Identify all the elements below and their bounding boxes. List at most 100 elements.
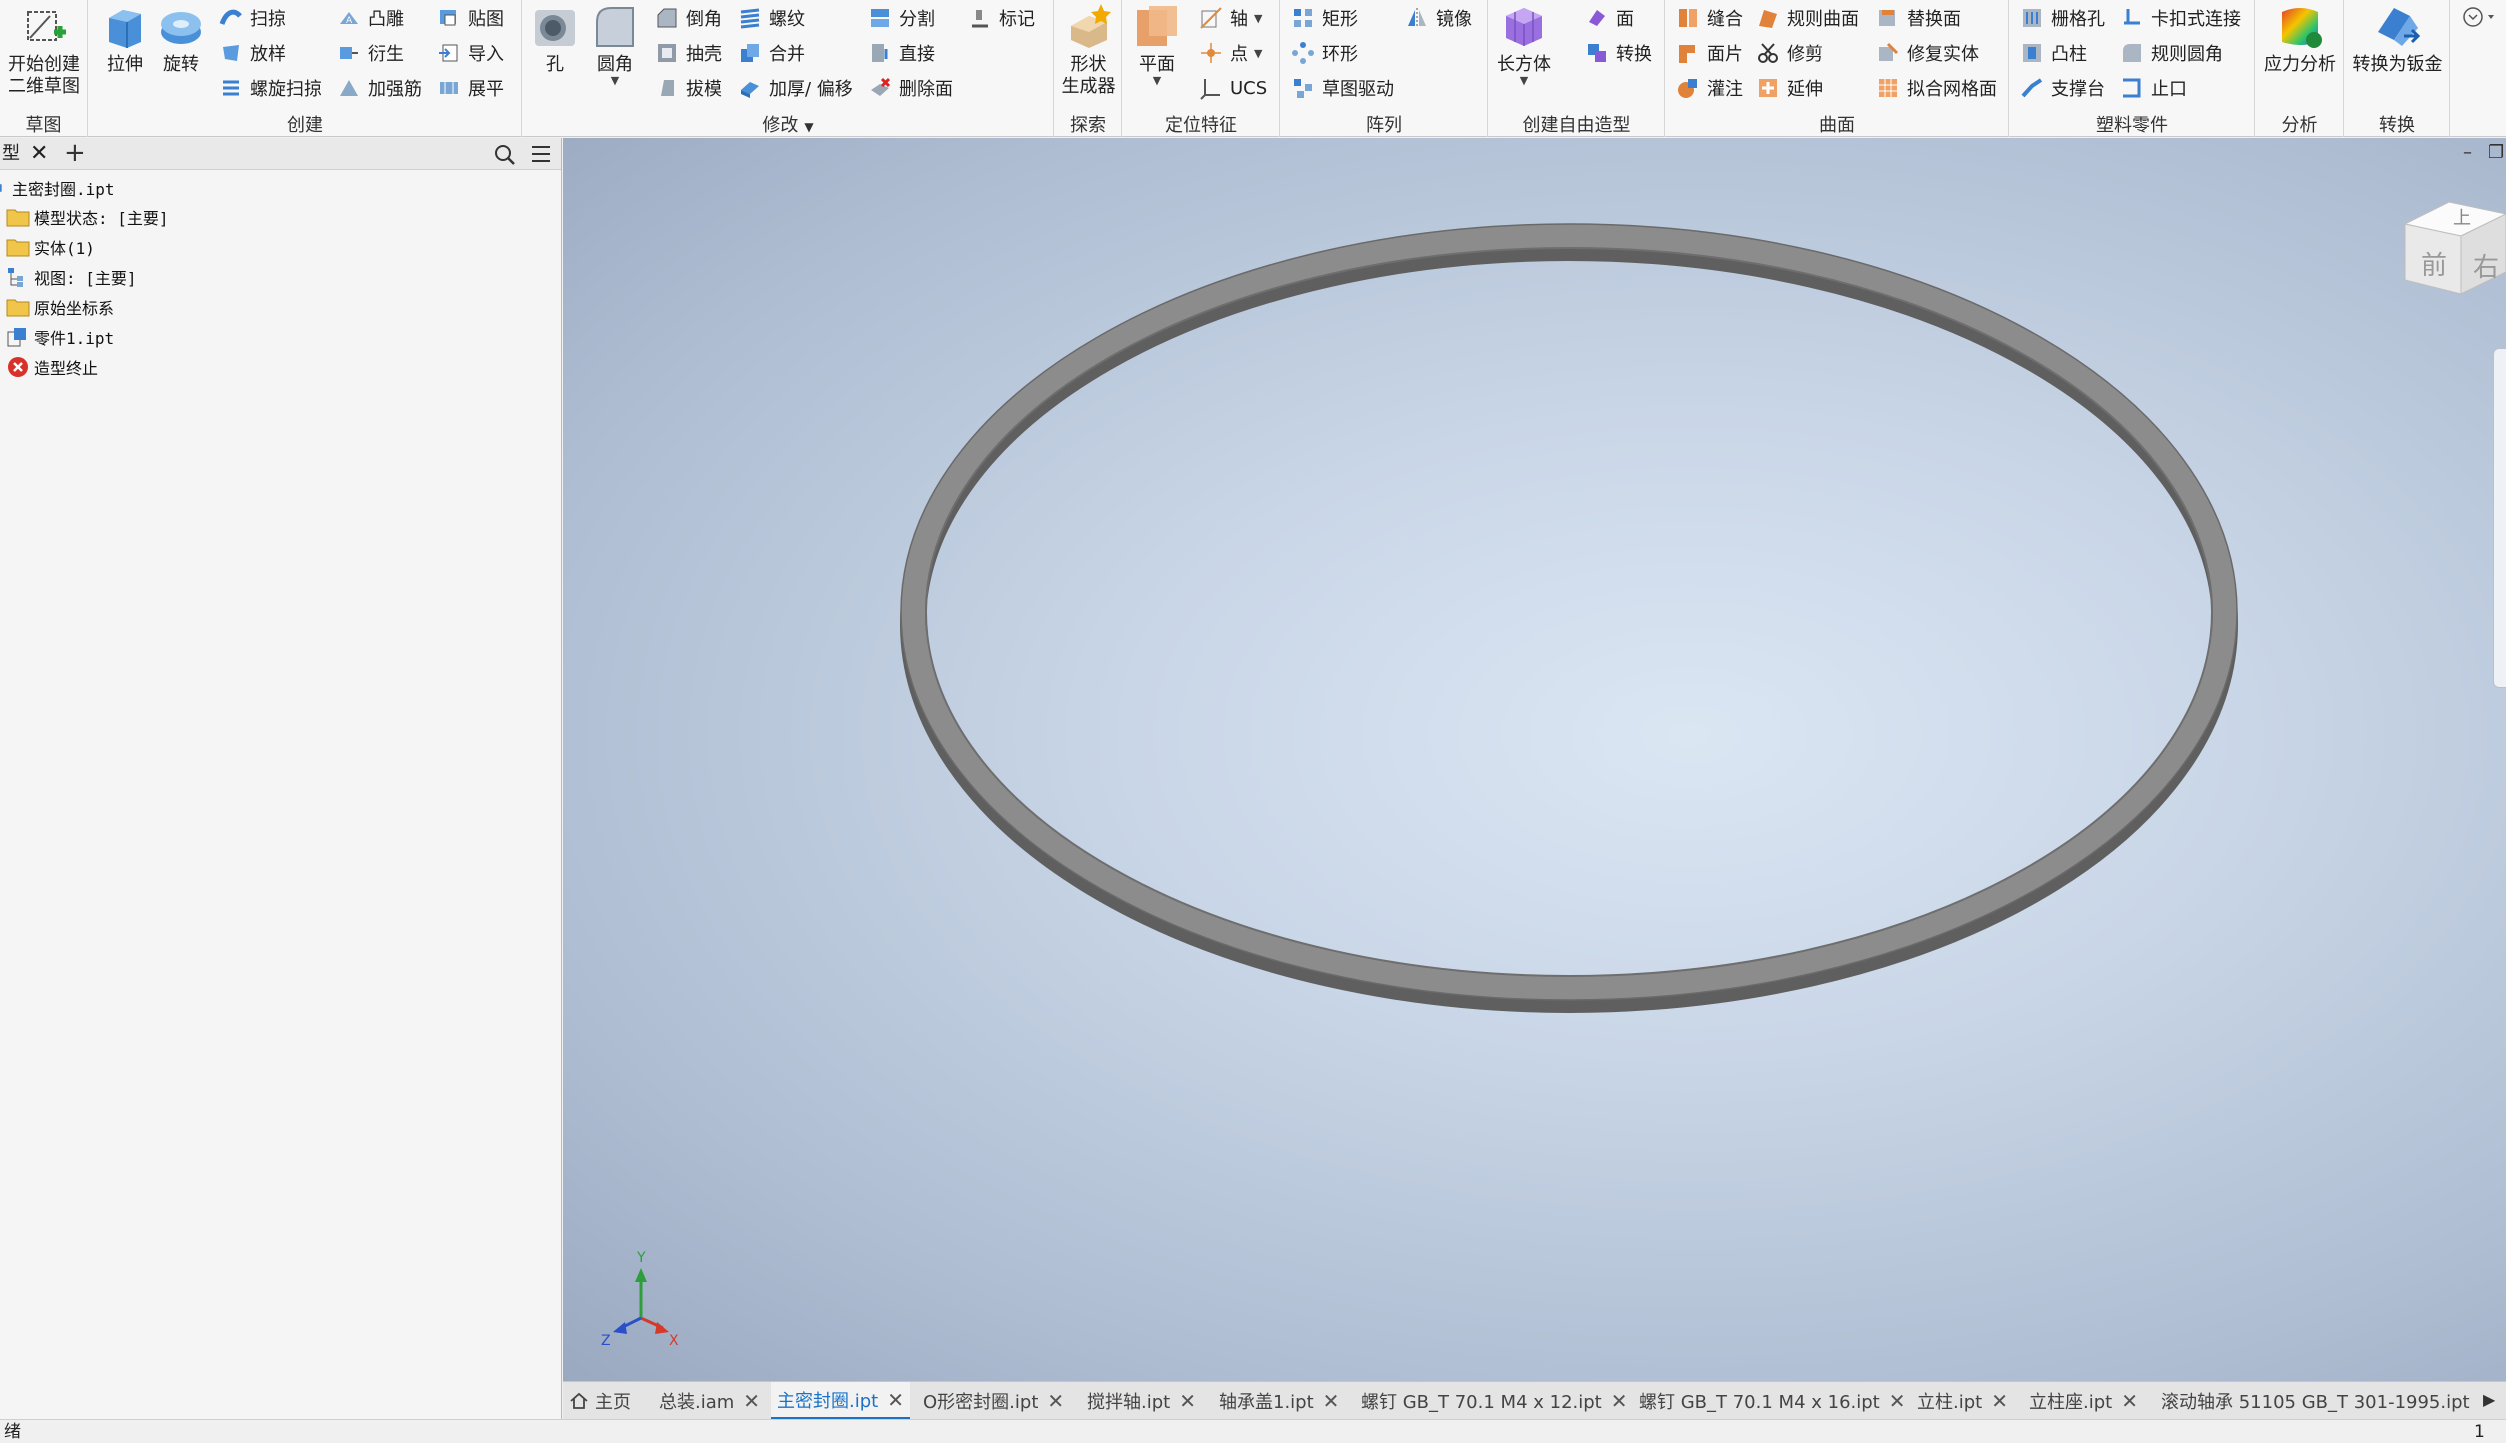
tree-item-derived-part[interactable]: 零件1.ipt: [6, 323, 114, 351]
doc-tab[interactable]: 立柱座.ipt ✕: [2029, 1382, 2138, 1420]
freeform-convert-button[interactable]: 转换: [1585, 38, 1652, 68]
lip-button[interactable]: 止口: [2120, 73, 2187, 103]
lip-label: 止口: [2151, 79, 2187, 100]
freeform-face-button[interactable]: 面: [1585, 3, 1634, 33]
browser-tab-model[interactable]: 型: [0, 138, 20, 170]
combine-button[interactable]: 合并: [738, 38, 805, 68]
split-button[interactable]: 分割: [868, 3, 935, 33]
thicken-offset-button[interactable]: 加厚/ 偏移: [738, 73, 853, 103]
start-2d-sketch-button[interactable]: 开始创建 二维草图: [0, 2, 88, 98]
fillet-button[interactable]: 圆角 ▼: [587, 2, 643, 86]
viewcube[interactable]: 上 前 右: [2401, 194, 2506, 314]
stress-analysis-button[interactable]: 应力分析: [2256, 2, 2344, 76]
rectangular-pattern-button[interactable]: 矩形: [1291, 3, 1358, 33]
derive-button[interactable]: 衍生: [337, 38, 404, 68]
doc-tab-home[interactable]: 主页: [569, 1382, 631, 1420]
thread-button[interactable]: 螺纹: [738, 3, 805, 33]
trim-button[interactable]: 修剪: [1756, 38, 1823, 68]
doc-tab[interactable]: 滚动轴承 51105 GB_T 301-1995.ipt: [2161, 1382, 2470, 1420]
doc-tab[interactable]: 搅拌轴.ipt ✕: [1087, 1382, 1196, 1420]
point-dropdown-icon[interactable]: ▼: [1254, 47, 1262, 60]
tabs-scroll-right-icon[interactable]: ▶: [2483, 1390, 2495, 1409]
coil-button[interactable]: 螺旋扫掠: [219, 73, 322, 103]
stitch-button[interactable]: 缝合: [1676, 3, 1743, 33]
close-tab-icon[interactable]: ✕: [1991, 1389, 2008, 1413]
fillet-dropdown-icon[interactable]: ▼: [611, 75, 619, 86]
plane-button[interactable]: 平面 ▼: [1127, 2, 1187, 86]
import-button[interactable]: 导入: [437, 38, 504, 68]
add-browser-icon[interactable]: +: [64, 139, 86, 167]
replace-face-button[interactable]: 替换面: [1876, 3, 1961, 33]
rule-fillet-button[interactable]: 规则圆角: [2120, 38, 2223, 68]
panel-label-create: 创建: [287, 115, 323, 136]
rib-button[interactable]: 加强筋: [337, 73, 422, 103]
doc-tab[interactable]: O形密封圈.ipt ✕: [923, 1382, 1064, 1420]
boss-button[interactable]: 凸柱: [2020, 38, 2087, 68]
doc-tab[interactable]: 总装.iam ✕: [659, 1382, 760, 1420]
sweep-button[interactable]: 扫掠: [219, 3, 286, 33]
box-dropdown-icon[interactable]: ▼: [1520, 75, 1528, 86]
unwrap-button[interactable]: 展平: [437, 73, 504, 103]
close-tab-icon[interactable]: ✕: [1889, 1389, 1906, 1413]
axis-dropdown-icon[interactable]: ▼: [1254, 12, 1262, 25]
extend-button[interactable]: 延伸: [1756, 73, 1823, 103]
close-tab-icon[interactable]: ✕: [2121, 1389, 2138, 1413]
grill-button[interactable]: 栅格孔: [2020, 3, 2105, 33]
snap-fit-button[interactable]: 卡扣式连接: [2120, 3, 2241, 33]
close-tab-icon[interactable]: ✕: [1323, 1389, 1340, 1413]
point-button[interactable]: 点 ▼: [1199, 38, 1262, 68]
tree-item-solid-bodies[interactable]: 实体(1): [6, 233, 95, 261]
ribbon-options-icon[interactable]: [2462, 6, 2496, 28]
close-tab-icon[interactable]: ✕: [887, 1388, 904, 1412]
mirror-button[interactable]: 镜像: [1405, 3, 1472, 33]
emboss-button[interactable]: A 凸雕: [337, 3, 404, 33]
sketch-driven-pattern-button[interactable]: 草图驱动: [1291, 73, 1394, 103]
ucs-button[interactable]: UCS: [1199, 73, 1267, 103]
tree-item-origin[interactable]: 原始坐标系: [6, 293, 114, 321]
decal-button[interactable]: 贴图: [437, 3, 504, 33]
graphics-viewport[interactable]: – ❐ 上 前 右 Y X Z: [563, 138, 2506, 1381]
circular-pattern-button[interactable]: 环形: [1291, 38, 1358, 68]
seal-ring-model[interactable]: [563, 138, 2506, 1381]
delete-face-button[interactable]: 删除面: [868, 73, 953, 103]
convert-to-sheet-metal-button[interactable]: 转换为钣金: [2345, 2, 2450, 76]
shape-generator-button[interactable]: 形状 生成器: [1057, 2, 1120, 98]
ruled-surface-button[interactable]: 规则曲面: [1756, 3, 1859, 33]
close-tab-icon[interactable]: ✕: [1047, 1389, 1064, 1413]
doc-tab[interactable]: 螺钉 GB_T 70.1 M4 x 12.ipt ✕: [1361, 1382, 1628, 1420]
repair-bodies-button[interactable]: 修复实体: [1876, 38, 1979, 68]
axis-button[interactable]: 轴 ▼: [1199, 3, 1262, 33]
navigation-bar[interactable]: [2493, 348, 2506, 688]
sculpt-button[interactable]: 灌注: [1676, 73, 1743, 103]
shape-generator-line2: 生成器: [1061, 76, 1116, 97]
loft-button[interactable]: 放样: [219, 38, 286, 68]
rest-button[interactable]: 支撑台: [2020, 73, 2105, 103]
tree-item-end-of-part[interactable]: 造型终止: [6, 353, 98, 381]
hole-button[interactable]: 孔: [527, 2, 583, 76]
revolve-button[interactable]: 旋转: [155, 2, 207, 76]
close-icon[interactable]: ✕: [30, 141, 48, 167]
doc-tab[interactable]: 轴承盖1.ipt ✕: [1219, 1382, 1339, 1420]
doc-tab-active[interactable]: 主密封圈.ipt ✕: [771, 1382, 910, 1420]
fit-mesh-face-button[interactable]: 拟合网格面: [1876, 73, 1997, 103]
direct-button[interactable]: 直接: [868, 38, 935, 68]
chamfer-button[interactable]: 倒角: [655, 3, 722, 33]
patch-button[interactable]: 面片: [1676, 38, 1743, 68]
tree-item-model-state[interactable]: 模型状态: [主要]: [6, 203, 169, 231]
extrude-button[interactable]: 拉伸: [99, 2, 151, 76]
freeform-box-button[interactable]: 长方体 ▼: [1495, 2, 1553, 86]
panel-label-modify[interactable]: 修改 ▼: [523, 111, 1053, 136]
tree-item-view[interactable]: 视图: [主要]: [6, 263, 137, 291]
menu-icon[interactable]: [530, 144, 552, 164]
doc-tab[interactable]: 立柱.ipt ✕: [1917, 1382, 2008, 1420]
close-tab-icon[interactable]: ✕: [1179, 1389, 1196, 1413]
mark-button[interactable]: 标记: [968, 3, 1035, 33]
doc-tab[interactable]: 螺钉 GB_T 70.1 M4 x 16.ipt ✕: [1639, 1382, 1906, 1420]
close-tab-icon[interactable]: ✕: [1611, 1389, 1628, 1413]
search-icon[interactable]: [494, 144, 516, 166]
close-tab-icon[interactable]: ✕: [743, 1389, 760, 1413]
tree-item-part[interactable]: 主密封圈.ipt: [0, 174, 115, 202]
plane-dropdown-icon[interactable]: ▼: [1153, 75, 1161, 86]
shell-button[interactable]: 抽壳: [655, 38, 722, 68]
draft-button[interactable]: 拔模: [655, 73, 722, 103]
